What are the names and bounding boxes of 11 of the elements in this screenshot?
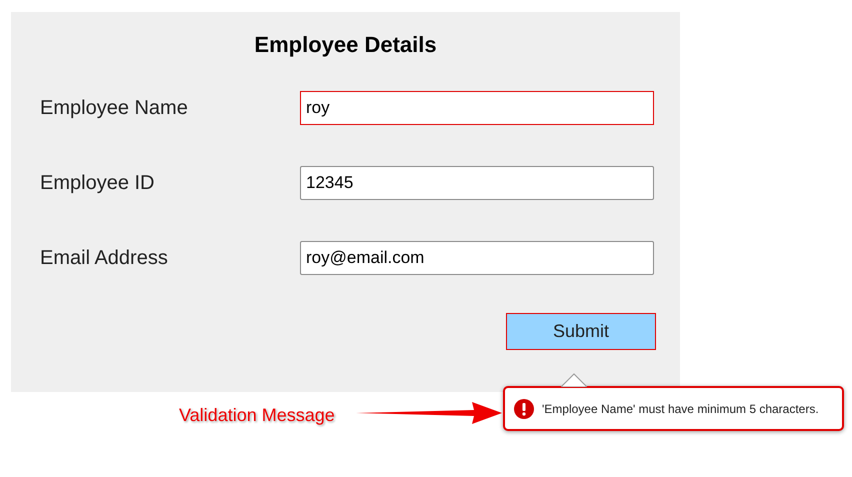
field-label: Employee Name: [40, 96, 189, 121]
error-icon: [514, 398, 534, 418]
input-field[interactable]: roy: [300, 91, 654, 125]
submit-button[interactable]: Submit: [506, 313, 656, 350]
input-field[interactable]: 12345: [300, 166, 654, 200]
input-field[interactable]: roy@email.com: [300, 241, 654, 275]
validation-message: 'Employee Name' must have minimum 5 characters.: [542, 400, 819, 418]
annotation-label: Validation Message: [179, 404, 335, 427]
field-label: Employee ID: [40, 171, 156, 196]
field-label: Email Address: [40, 246, 169, 271]
form-title: Employee Details: [254, 31, 437, 59]
